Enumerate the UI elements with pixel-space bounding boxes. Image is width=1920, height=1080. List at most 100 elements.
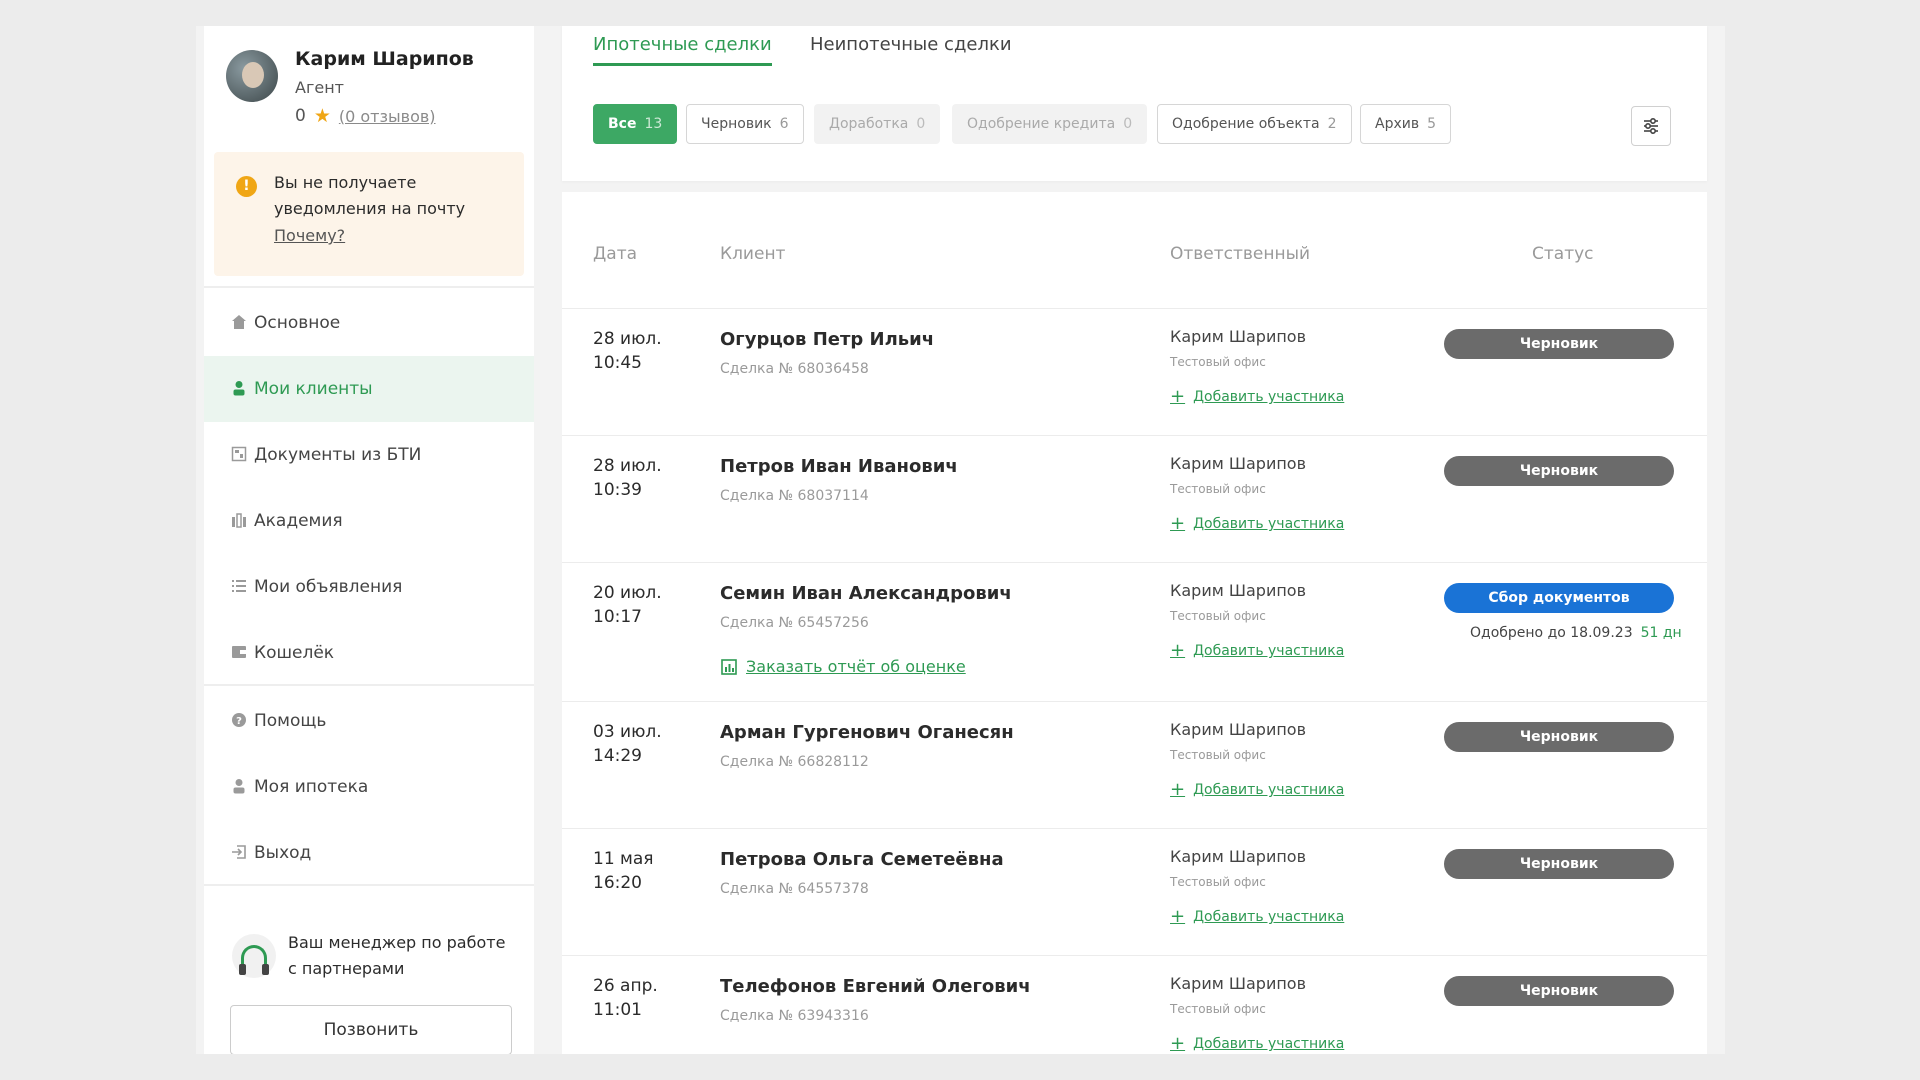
add-participant-label: Добавить участника [1193,782,1345,798]
sidebar-item-label: Мои объявления [254,577,403,597]
deal-number: Сделка № 63943316 [720,1008,869,1024]
client-name[interactable]: Петров Иван Иванович [720,456,958,477]
deal-date-time: 11:01 [593,1000,642,1020]
person-icon [230,778,248,796]
sidebar-item-academy[interactable]: Академия [204,488,534,554]
table-row[interactable]: 26 апр. 11:01 Телефонов Евгений Олегович… [562,955,1707,1054]
plus-icon: + [1170,386,1186,407]
responsible-name: Карим Шарипов [1170,720,1307,739]
deal-number: Сделка № 65457256 [720,615,869,631]
add-participant-link[interactable]: + Добавить участника [1170,513,1344,534]
plus-icon: + [1170,513,1186,534]
table-row[interactable]: 28 июл. 10:39 Петров Иван Иванович Сделк… [562,435,1707,562]
sidebar-item-bti-docs[interactable]: Документы из БТИ [204,422,534,488]
deal-date-time: 10:45 [593,353,642,373]
filter-chip-draft[interactable]: Черновик 6 [686,104,804,144]
deal-date: 26 апр. 11:01 [593,974,658,1022]
filter-chip-all[interactable]: Все 13 [593,104,678,144]
sidebar-item-wallet[interactable]: Кошелёк [204,620,534,686]
client-name[interactable]: Семин Иван Александрович [720,583,1012,604]
academy-icon [230,512,248,530]
add-participant-label: Добавить участника [1193,1036,1345,1052]
status-badge: Черновик [1444,456,1674,486]
sidebar-item-main[interactable]: Основное [204,290,534,356]
table-row[interactable]: 03 июл. 14:29 Арман Гургенович Оганесян … [562,701,1707,828]
responsible-office: Тестовый офис [1170,482,1266,496]
chip-count: 13 [644,116,663,132]
notice-why-link[interactable]: Почему? [274,226,345,245]
profile-rating: 0 ★ (0 отзывов) [295,105,436,127]
filter-chip-archive[interactable]: Архив 5 [1360,104,1452,144]
add-participant-link[interactable]: + Добавить участника [1170,1035,1345,1053]
responsible-name: Карим Шарипов [1170,847,1307,866]
warning-icon: ! [236,176,257,197]
filter-chip-revision[interactable]: Доработка 0 [814,104,941,144]
sidebar-item-help[interactable]: ? Помощь [204,688,534,754]
add-participant-label: Добавить участника [1193,909,1345,925]
chip-count: 0 [1123,116,1133,132]
column-header-status: Статус [1532,244,1594,264]
deal-number: Сделка № 66828112 [720,754,869,770]
deal-date-time: 10:17 [593,607,642,627]
client-name[interactable]: Огурцов Петр Ильич [720,329,934,350]
add-participant-label: Добавить участника [1193,389,1345,405]
chip-label: Архив [1375,116,1420,132]
responsible-office: Тестовый офис [1170,355,1266,369]
profile-name: Карим Шарипов [295,48,474,70]
sidebar-item-clients[interactable]: Мои клиенты [204,356,534,422]
user-icon [230,380,248,398]
deal-date-time: 14:29 [593,746,642,766]
document-icon [230,446,248,464]
sidebar-item-my-mortgage[interactable]: Моя ипотека [204,754,534,820]
approved-days-left: 51 дн [1640,625,1682,641]
tab-mortgage-deals[interactable]: Ипотечные сделки [593,34,772,66]
report-icon [721,658,737,675]
client-name[interactable]: Арман Гургенович Оганесян [720,722,1014,743]
profile-role: Агент [295,78,344,97]
client-name[interactable]: Петрова Ольга Семетеёвна [720,849,1004,870]
order-report-link[interactable]: Заказать отчёт об оценке [720,657,966,676]
deal-date-time: 10:39 [593,480,642,500]
deal-number: Сделка № 64557378 [720,881,869,897]
plus-icon: + [1170,640,1186,661]
deal-date: 28 июл. 10:45 [593,327,662,375]
table-row[interactable]: 20 июл. 10:17 Семин Иван Александрович С… [562,562,1707,701]
responsible-name: Карим Шарипов [1170,327,1307,346]
deals-filter-card: Ипотечные сделки Неипотечные сделки Все … [562,26,1707,181]
filter-settings-button[interactable] [1631,106,1671,146]
home-icon [230,314,248,332]
sidebar-item-logout[interactable]: Выход [204,820,534,886]
chip-count: 2 [1327,116,1337,132]
sidebar-item-label: Выход [254,843,312,863]
chip-count: 6 [779,116,789,132]
deal-date: 28 июл. 10:39 [593,454,662,502]
deals-table: Дата Клиент Ответственный Статус 28 июл.… [562,192,1707,1054]
column-header-date: Дата [593,244,638,264]
avatar[interactable] [226,50,278,102]
plus-icon: + [1170,906,1186,927]
table-row[interactable]: 11 мая 16:20 Петрова Ольга Семетеёвна Сд… [562,828,1707,955]
sidebar-item-listings[interactable]: Мои объявления [204,554,534,620]
chip-label: Все [608,116,637,132]
add-participant-link[interactable]: + Добавить участника [1170,906,1345,927]
status-badge: Сбор документов [1444,583,1674,613]
filter-chip-object-approval[interactable]: Одобрение объекта 2 [1157,104,1352,144]
wallet-icon [230,644,248,662]
responsible-name: Карим Шарипов [1170,581,1307,600]
chip-count: 0 [916,116,926,132]
responsible-office: Тестовый офис [1170,748,1266,762]
call-button[interactable]: Позвонить [230,1005,512,1054]
add-participant-link[interactable]: + Добавить участника [1170,386,1345,407]
tab-non-mortgage-deals[interactable]: Неипотечные сделки [810,34,1012,63]
deal-date-day: 03 июл. [593,722,662,742]
chip-label: Одобрение кредита [967,116,1116,132]
table-row[interactable]: 28 июл. 10:45 Огурцов Петр Ильич Сделка … [562,308,1707,435]
add-participant-link[interactable]: + Добавить участника [1170,640,1344,661]
add-participant-link[interactable]: + Добавить участника [1170,781,1345,799]
client-name[interactable]: Телефонов Евгений Олегович [720,976,1031,997]
reviews-link[interactable]: (0 отзывов) [339,107,436,126]
responsible-name: Карим Шарипов [1170,974,1307,993]
sidebar-item-label: Моя ипотека [254,777,369,797]
sidebar-item-label: Основное [254,313,341,333]
filter-chip-credit-approval[interactable]: Одобрение кредита 0 [952,104,1148,144]
